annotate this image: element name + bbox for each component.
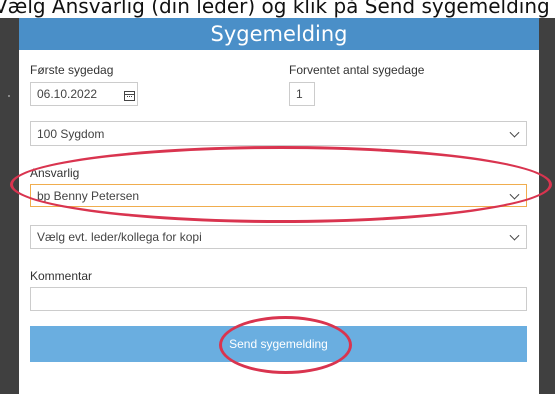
backdrop-left (0, 18, 19, 394)
comment-label: Kommentar (30, 269, 93, 283)
expected-days-label: Forventet antal sygedage (289, 63, 425, 77)
comment-input[interactable] (30, 287, 527, 311)
chevron-down-icon (509, 127, 520, 138)
backdrop-dot (8, 95, 10, 97)
chevron-down-icon (509, 230, 520, 241)
expected-days-value: 1 (296, 87, 303, 101)
responsible-value: bp Benny Petersen (37, 188, 140, 203)
backdrop-right (539, 18, 555, 394)
copy-select[interactable]: Vælg evt. leder/kollega for kopi (30, 225, 527, 249)
copy-placeholder: Vælg evt. leder/kollega for kopi (37, 230, 202, 244)
first-day-label: Første sygedag (30, 63, 114, 77)
responsible-label: Ansvarlig (30, 166, 80, 180)
first-day-input[interactable]: 06.10.2022 (30, 82, 138, 106)
send-sick-leave-button[interactable]: Send sygemelding (30, 326, 527, 362)
sick-leave-dialog: Sygemelding Første sygedag 06.10.2022 Fo… (19, 18, 539, 394)
chevron-down-icon (509, 189, 520, 200)
responsible-select[interactable]: bp Benny Petersen (30, 184, 527, 207)
expected-days-input[interactable]: 1 (289, 82, 315, 106)
dialog-title: Sygemelding (19, 18, 539, 50)
first-day-value: 06.10.2022 (37, 87, 98, 101)
reason-select[interactable]: 100 Sygdom (30, 121, 527, 146)
calendar-icon[interactable] (124, 91, 135, 101)
reason-value: 100 Sygdom (37, 126, 105, 141)
